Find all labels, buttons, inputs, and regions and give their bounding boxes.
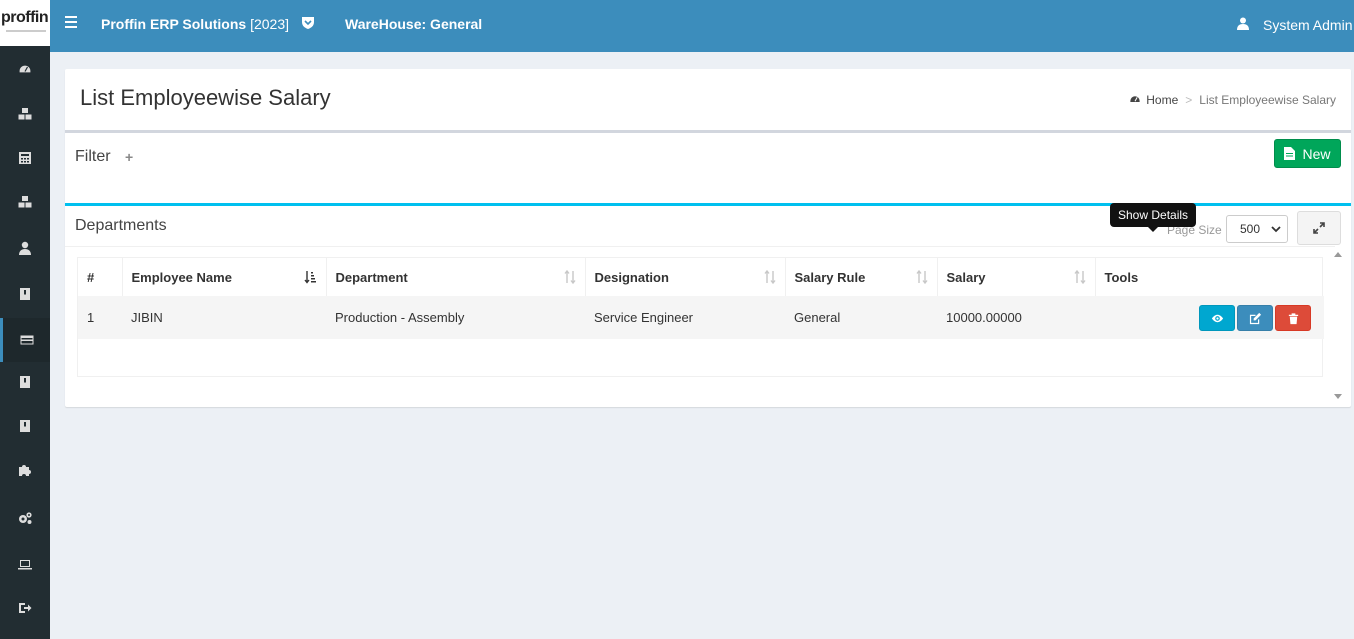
cell-department: Production - Assembly — [326, 296, 585, 339]
sort-icon — [563, 270, 576, 284]
cogs-icon — [19, 512, 32, 524]
company-label: Proffin ERP Solutions — [101, 16, 247, 32]
table-header-row: # Employee Name Department Designation S… — [78, 258, 1324, 296]
book-icon — [20, 420, 30, 432]
sidebar-item-dashboard[interactable] — [0, 48, 50, 92]
shield-icon[interactable] — [301, 16, 315, 29]
sidebar-item-users[interactable] — [0, 226, 50, 270]
column-header-tools: Tools — [1095, 258, 1324, 296]
column-header-salary[interactable]: Salary — [937, 258, 1096, 296]
content-panel: List Employeewise Salary Home > List Emp… — [65, 69, 1351, 407]
laptop-icon — [18, 560, 32, 570]
menu-toggle-icon[interactable] — [65, 16, 77, 28]
top-navbar: proffin Proffin ERP Solutions [2023] War… — [0, 0, 1354, 52]
sidebar-item-production[interactable] — [0, 180, 50, 224]
warehouse-selector[interactable]: WareHouse: General — [345, 16, 482, 32]
logo-text: proffin — [1, 9, 49, 26]
tooltip: Show Details — [1110, 203, 1197, 232]
sort-icon — [1073, 270, 1086, 284]
chevron-down-icon — [1271, 226, 1281, 233]
user-menu[interactable]: System Admin — [1263, 17, 1352, 33]
scroll-up-arrow[interactable] — [1334, 252, 1342, 257]
filter-title: Filter — [75, 148, 111, 165]
new-button-label: New — [1302, 145, 1331, 162]
sidebar-item-settings[interactable] — [0, 496, 50, 540]
credit-card-icon — [20, 335, 33, 345]
cell-number: 1 — [78, 296, 122, 339]
column-label: Tools — [1104, 269, 1139, 285]
page-title: List Employeewise Salary — [80, 85, 331, 110]
sign-out-icon — [19, 603, 32, 613]
book-icon — [20, 288, 30, 300]
calculator-icon — [19, 152, 31, 164]
divider — [65, 246, 1335, 247]
company-year: [2023] — [250, 16, 290, 32]
breadcrumb-current: List Employeewise Salary — [1199, 93, 1336, 107]
sidebar-item-system[interactable] — [0, 542, 50, 586]
dashboard-icon — [1129, 95, 1141, 104]
user-icon — [19, 241, 31, 255]
trash-icon — [1288, 312, 1298, 324]
puzzle-icon — [19, 465, 31, 476]
column-label: Salary — [946, 269, 986, 285]
eye-icon — [1211, 314, 1223, 322]
show-details-button[interactable] — [1199, 305, 1235, 331]
page-size-select[interactable]: 500 — [1226, 215, 1288, 243]
sidebar-item-inventory[interactable] — [0, 92, 50, 136]
cubes-icon — [18, 108, 32, 120]
sidebar-item-reports-2[interactable] — [0, 360, 50, 404]
sidebar-item-logout[interactable] — [0, 586, 50, 630]
cell-designation: Service Engineer — [585, 296, 785, 339]
page-size-value: 500 — [1240, 222, 1261, 236]
sidebar — [0, 46, 50, 639]
scroll-down-arrow[interactable] — [1334, 394, 1342, 399]
breadcrumb-home[interactable]: Home — [1146, 93, 1178, 107]
breadcrumb: Home > List Employeewise Salary — [1129, 93, 1336, 107]
dashboard-icon — [18, 64, 32, 74]
sort-icon — [763, 270, 776, 284]
file-icon — [1284, 147, 1296, 160]
column-label: Employee Name — [131, 269, 232, 285]
cell-tools — [1095, 296, 1324, 339]
column-header-designation[interactable]: Designation — [585, 258, 786, 296]
column-label: Department — [335, 269, 408, 285]
sidebar-item-reports-3[interactable] — [0, 404, 50, 448]
column-label: # — [87, 269, 95, 285]
cell-salary-rule: General — [785, 296, 937, 339]
table-scrollbar[interactable] — [1333, 247, 1345, 407]
column-label: Designation — [594, 269, 669, 285]
cubes-icon — [18, 196, 32, 208]
edit-button[interactable] — [1237, 305, 1273, 331]
book-icon — [20, 376, 30, 388]
user-icon — [1237, 17, 1249, 30]
column-header-employee-name[interactable]: Employee Name — [122, 258, 327, 296]
delete-button[interactable] — [1275, 305, 1311, 331]
sidebar-item-accounts[interactable] — [0, 136, 50, 180]
sort-desc-icon — [303, 271, 316, 284]
new-button[interactable]: New — [1274, 139, 1341, 168]
breadcrumb-separator: > — [1185, 93, 1193, 107]
cell-employee-name: JIBIN — [122, 296, 326, 339]
table-row[interactable]: 1 JIBIN Production - Assembly Service En… — [78, 296, 1324, 339]
fullscreen-button[interactable] — [1297, 211, 1341, 245]
salary-table: # Employee Name Department Designation S… — [77, 257, 1324, 377]
column-header-salary-rule[interactable]: Salary Rule — [785, 258, 938, 296]
departments-title: Departments — [75, 217, 167, 234]
sidebar-item-plugins[interactable] — [0, 448, 50, 492]
expand-icon — [1313, 222, 1325, 234]
divider — [65, 130, 1351, 133]
sidebar-item-reports-1[interactable] — [0, 272, 50, 316]
column-label: Salary Rule — [794, 269, 866, 285]
column-header-department[interactable]: Department — [326, 258, 586, 296]
cell-salary: 10000.00000 — [937, 296, 1095, 339]
company-name[interactable]: Proffin ERP Solutions [2023] — [101, 16, 289, 32]
sidebar-item-payroll[interactable] — [0, 318, 50, 362]
filter-expand-button[interactable]: + — [125, 149, 133, 165]
sort-icon — [915, 270, 928, 284]
column-header-number[interactable]: # — [78, 258, 123, 296]
edit-icon — [1249, 312, 1261, 324]
app-logo[interactable]: proffin — [0, 0, 50, 46]
